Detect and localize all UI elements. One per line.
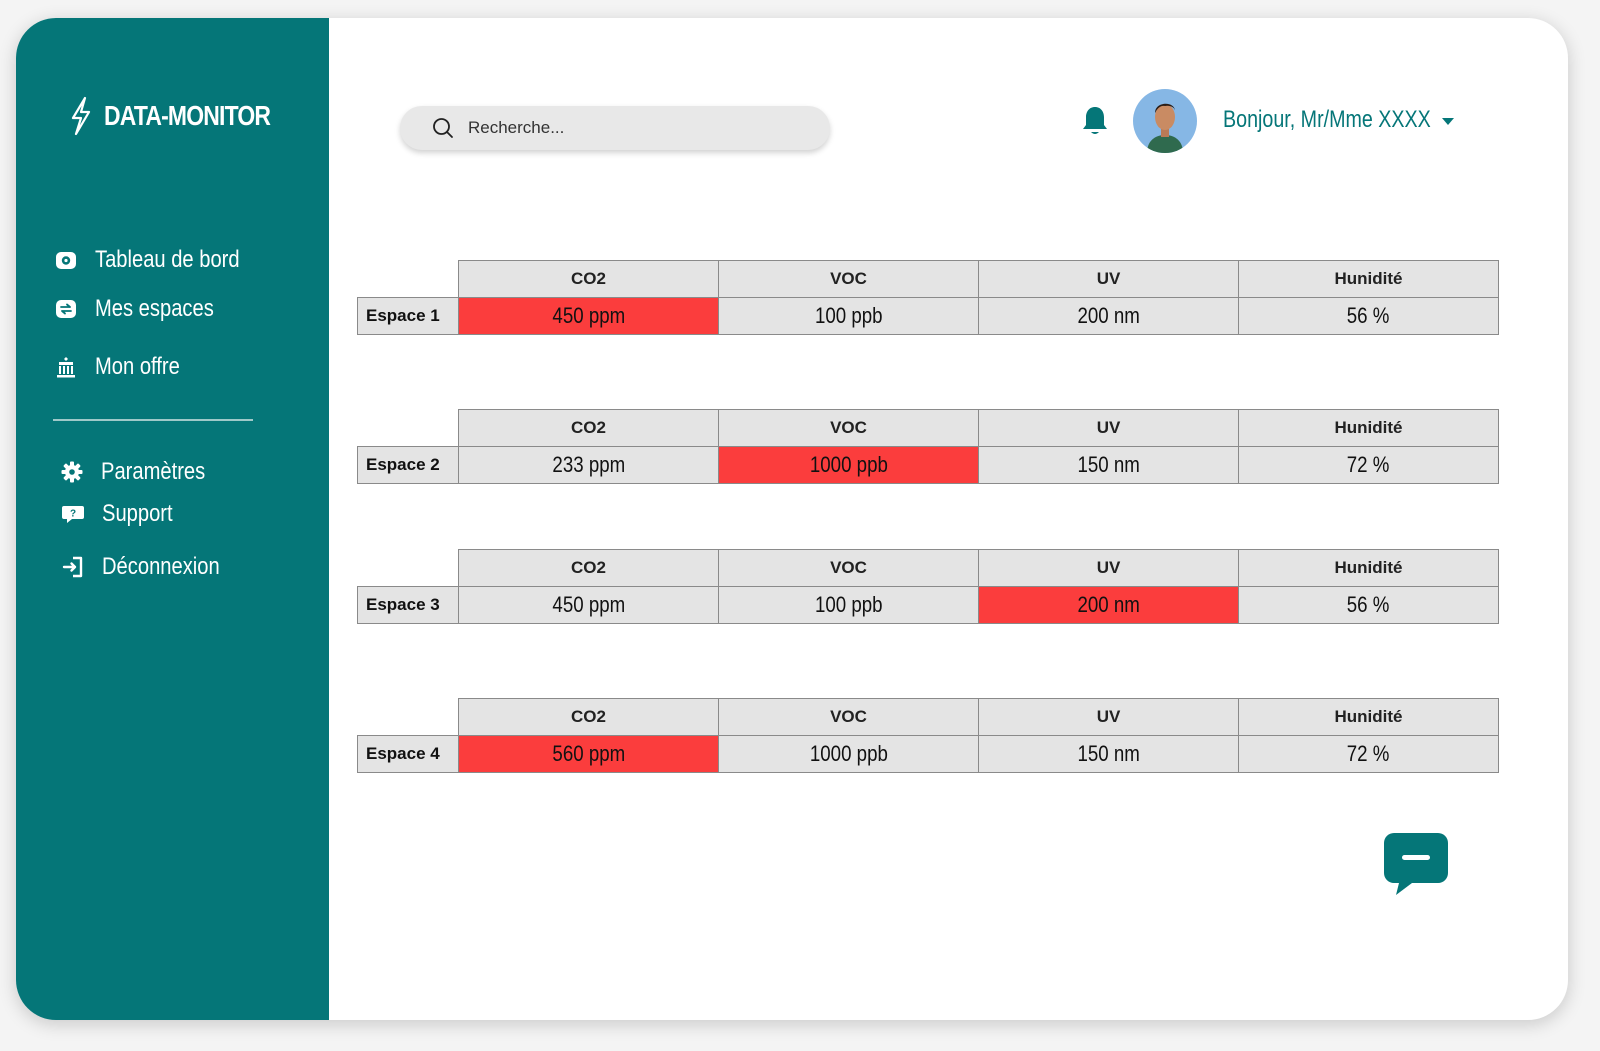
column-header-co2: CO2 xyxy=(458,698,719,736)
sidebar-item-label: Mes espaces xyxy=(95,295,214,322)
column-header-uv: UV xyxy=(978,549,1239,587)
sidebar-item-label: Mon offre xyxy=(95,353,180,380)
table-corner xyxy=(358,410,459,447)
voc-cell: 1000 ppb xyxy=(718,446,979,484)
espace-table: CO2 VOC UV Hunidité Espace 1 450 ppm 100… xyxy=(357,260,1499,335)
building-icon xyxy=(53,354,79,380)
table-row: Espace 3 450 ppm 100 ppb 200 nm 56 % xyxy=(357,586,1499,624)
column-header-uv: UV xyxy=(978,409,1239,447)
table-corner xyxy=(358,550,459,587)
logout-icon xyxy=(60,554,86,580)
column-header-co2: CO2 xyxy=(458,549,719,587)
espace-table: CO2 VOC UV Hunidité Espace 2 233 ppm 100… xyxy=(357,409,1499,484)
column-header-voc: VOC xyxy=(718,260,979,298)
column-header-voc: VOC xyxy=(718,549,979,587)
column-header-humidity: Hunidité xyxy=(1238,549,1499,587)
column-header-humidity: Hunidité xyxy=(1238,698,1499,736)
search-icon xyxy=(433,118,453,138)
sidebar-item-label: Support xyxy=(102,500,173,527)
uv-cell: 200 nm xyxy=(978,586,1239,624)
uv-cell: 150 nm xyxy=(978,446,1239,484)
brand-logo[interactable]: DATA-MONITOR xyxy=(68,96,307,136)
sidebar-item-label: Déconnexion xyxy=(102,553,220,580)
uv-cell: 200 nm xyxy=(978,297,1239,335)
espace-name: Espace 3 xyxy=(357,586,459,624)
column-header-uv: UV xyxy=(978,260,1239,298)
column-header-uv: UV xyxy=(978,698,1239,736)
sidebar-divider xyxy=(53,419,253,421)
table-row: Espace 2 233 ppm 1000 ppb 150 nm 72 % xyxy=(357,446,1499,484)
brand-name: DATA-MONITOR xyxy=(104,100,271,131)
co2-cell: 560 ppm xyxy=(458,735,719,773)
sidebar-item-dashboard[interactable]: Tableau de bord xyxy=(53,246,267,274)
espace-table: CO2 VOC UV Hunidité Espace 3 450 ppm 100… xyxy=(357,549,1499,624)
sidebar-item-support[interactable]: ? Support xyxy=(60,500,186,528)
chevron-down-icon[interactable] xyxy=(1441,116,1455,126)
sidebar: DATA-MONITOR Tableau de bord Mes espaces… xyxy=(16,18,329,1020)
sidebar-item-label: Paramètres xyxy=(101,458,206,485)
espace-name: Espace 4 xyxy=(357,735,459,773)
svg-text:?: ? xyxy=(70,509,76,520)
spaces-icon xyxy=(53,296,79,322)
lightning-icon xyxy=(71,96,91,136)
humidity-cell: 56 % xyxy=(1238,586,1499,624)
table-corner xyxy=(358,261,459,298)
uv-cell: 150 nm xyxy=(978,735,1239,773)
table-corner xyxy=(358,699,459,736)
column-header-co2: CO2 xyxy=(458,260,719,298)
voc-cell: 100 ppb xyxy=(718,297,979,335)
table-row: Espace 1 450 ppm 100 ppb 200 nm 56 % xyxy=(357,297,1499,335)
humidity-cell: 72 % xyxy=(1238,735,1499,773)
column-header-humidity: Hunidité xyxy=(1238,260,1499,298)
search-bar[interactable] xyxy=(400,106,830,150)
sidebar-item-label: Tableau de bord xyxy=(95,246,240,273)
co2-cell: 450 ppm xyxy=(458,586,719,624)
espace-name: Espace 1 xyxy=(357,297,459,335)
user-avatar[interactable] xyxy=(1133,89,1197,153)
column-header-humidity: Hunidité xyxy=(1238,409,1499,447)
espace-table: CO2 VOC UV Hunidité Espace 4 560 ppm 100… xyxy=(357,698,1499,773)
co2-cell: 450 ppm xyxy=(458,297,719,335)
sidebar-item-offer[interactable]: Mon offre xyxy=(53,353,196,381)
app-window: DATA-MONITOR Tableau de bord Mes espaces… xyxy=(16,18,1568,1020)
gear-icon xyxy=(59,459,85,485)
help-chat-icon: ? xyxy=(60,501,86,527)
espace-name: Espace 2 xyxy=(357,446,459,484)
dashboard-icon xyxy=(53,247,79,273)
search-input[interactable] xyxy=(466,117,800,139)
user-greeting[interactable]: Bonjour, Mr/Mme XXXX xyxy=(1223,106,1431,134)
table-row: Espace 4 560 ppm 1000 ppb 150 nm 72 % xyxy=(357,735,1499,773)
bell-icon[interactable] xyxy=(1080,104,1110,138)
humidity-cell: 56 % xyxy=(1238,297,1499,335)
voc-cell: 100 ppb xyxy=(718,586,979,624)
sidebar-item-logout[interactable]: Déconnexion xyxy=(60,553,242,581)
sidebar-item-settings[interactable]: Paramètres xyxy=(59,458,225,486)
chat-bubble-icon[interactable] xyxy=(1382,831,1450,897)
voc-cell: 1000 ppb xyxy=(718,735,979,773)
column-header-voc: VOC xyxy=(718,698,979,736)
humidity-cell: 72 % xyxy=(1238,446,1499,484)
column-header-voc: VOC xyxy=(718,409,979,447)
column-header-co2: CO2 xyxy=(458,409,719,447)
co2-cell: 233 ppm xyxy=(458,446,719,484)
sidebar-item-spaces[interactable]: Mes espaces xyxy=(53,295,236,323)
